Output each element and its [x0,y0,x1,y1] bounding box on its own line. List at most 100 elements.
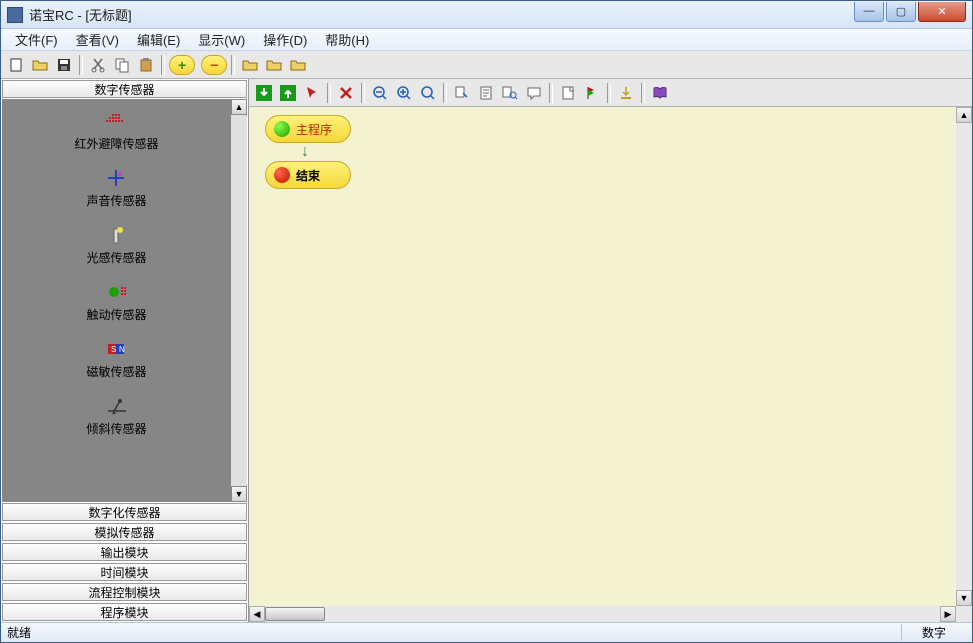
separator [79,55,83,75]
sensor-tilt[interactable]: 倾斜传感器 [86,396,146,437]
separator [361,83,365,103]
svg-text:S: S [111,345,116,354]
menu-action[interactable]: 操作(D) [255,28,315,51]
separator [327,83,331,103]
scroll-up-icon[interactable]: ▲ [231,99,247,115]
statusbar: 就绪 数字 [1,622,972,642]
folder2-button[interactable] [263,54,285,76]
end-node-label: 结束 [296,167,320,184]
folder3-button[interactable] [287,54,309,76]
scroll-down-icon[interactable]: ▼ [956,590,972,606]
start-node[interactable]: 主程序 [265,115,351,143]
close-button[interactable]: ✕ [918,2,966,22]
note-button[interactable] [557,82,579,104]
scroll-left-icon[interactable]: ◀ [249,606,265,622]
menu-display[interactable]: 显示(W) [190,28,253,51]
end-dot-icon [274,167,290,183]
separator [549,83,553,103]
titlebar[interactable]: 诺宝RC - [无标题] — ▢ ✕ [1,1,972,29]
minimize-button[interactable]: — [854,2,884,22]
sidebar-scrollbar[interactable]: ▲ ▼ [231,99,247,502]
sensor-label: 触动传感器 [86,306,146,323]
menu-file[interactable]: 文件(F) [7,28,66,51]
category-output-module[interactable]: 输出模块 [2,543,247,561]
ir-grid-icon [106,111,126,131]
zoom-out-button[interactable] [369,82,391,104]
save-button[interactable] [53,54,75,76]
add-node-button[interactable]: + [169,55,195,75]
sensor-touch[interactable]: 触动传感器 [86,282,146,323]
menu-view[interactable]: 查看(V) [68,28,127,51]
sensor-label: 倾斜传感器 [86,420,146,437]
status-mode: 数字 [901,624,966,641]
paste-button[interactable] [135,54,157,76]
app-window: 诺宝RC - [无标题] — ▢ ✕ 文件(F) 查看(V) 编辑(E) 显示(… [0,0,973,643]
sensor-sound[interactable]: 声音传感器 [86,168,146,209]
svg-text:N: N [119,345,125,354]
scroll-track[interactable] [231,115,247,486]
zoom-fit-button[interactable] [417,82,439,104]
content-area: 数字传感器 红外避障传感器 声音传感器 光感传感器 [1,79,972,622]
separator [607,83,611,103]
scroll-down-icon[interactable]: ▼ [231,486,247,502]
status-text: 就绪 [7,624,901,641]
canvas-horizontal-scrollbar[interactable]: ◀ ▶ [249,606,956,622]
sensor-magnetic[interactable]: SN 磁敏传感器 [86,339,146,380]
canvas-vertical-scrollbar[interactable]: ▲ ▼ [956,107,972,606]
open-file-button[interactable] [29,54,51,76]
sidebar-active-header[interactable]: 数字传感器 [2,80,247,98]
scroll-track[interactable] [265,606,940,622]
category-analog-sensor[interactable]: 模拟传感器 [2,523,247,541]
canvas-wrap: 主程序 ↓ 结束 ▲ ▼ ◀ ▶ [249,107,972,622]
separator [231,55,235,75]
menu-help[interactable]: 帮助(H) [317,28,377,51]
doc-link-button[interactable] [451,82,473,104]
run-down-button[interactable] [253,82,275,104]
sensor-label: 磁敏传感器 [86,363,146,380]
new-file-button[interactable] [5,54,27,76]
scroll-up-icon[interactable]: ▲ [956,107,972,123]
doc-search-button[interactable] [499,82,521,104]
category-program-module[interactable]: 程序模块 [2,603,247,621]
window-buttons: — ▢ ✕ [854,2,972,22]
menubar: 文件(F) 查看(V) 编辑(E) 显示(W) 操作(D) 帮助(H) [1,29,972,51]
help-book-button[interactable] [649,82,671,104]
menu-edit[interactable]: 编辑(E) [129,28,188,51]
run-up-button[interactable] [277,82,299,104]
sensor-label: 声音传感器 [86,192,146,209]
scroll-corner [956,606,972,622]
flag-button[interactable] [581,82,603,104]
delete-button[interactable] [335,82,357,104]
canvas-toolbar [249,79,972,107]
sidebar: 数字传感器 红外避障传感器 声音传感器 光感传感器 [1,79,249,622]
end-node[interactable]: 结束 [265,161,351,189]
flowchart-canvas[interactable]: 主程序 ↓ 结束 [249,107,956,606]
copy-button[interactable] [111,54,133,76]
scroll-thumb[interactable] [265,607,325,621]
sensor-ir-obstacle[interactable]: 红外避障传感器 [74,111,158,152]
download-button[interactable] [615,82,637,104]
remove-node-button[interactable]: − [201,55,227,75]
sound-cross-icon [106,168,126,188]
touch-dot-icon [106,282,126,302]
scroll-track[interactable] [956,123,972,590]
folder1-button[interactable] [239,54,261,76]
doc-button[interactable] [475,82,497,104]
sensor-light[interactable]: 光感传感器 [86,225,146,266]
category-time-module[interactable]: 时间模块 [2,563,247,581]
app-icon [7,7,23,23]
sensor-panel: 红外避障传感器 声音传感器 光感传感器 触动传感器 [2,99,247,502]
sensor-label: 光感传感器 [86,249,146,266]
scroll-right-icon[interactable]: ▶ [940,606,956,622]
separator [443,83,447,103]
category-flow-control[interactable]: 流程控制模块 [2,583,247,601]
zoom-in-button[interactable] [393,82,415,104]
pointer-button[interactable] [301,82,323,104]
window-title: 诺宝RC - [无标题] [29,5,854,24]
category-digital-sensor[interactable]: 数字化传感器 [2,503,247,521]
sensor-label: 红外避障传感器 [74,135,158,152]
cut-button[interactable] [87,54,109,76]
comment-button[interactable] [523,82,545,104]
maximize-button[interactable]: ▢ [886,2,916,22]
tilt-lever-icon [106,396,126,416]
